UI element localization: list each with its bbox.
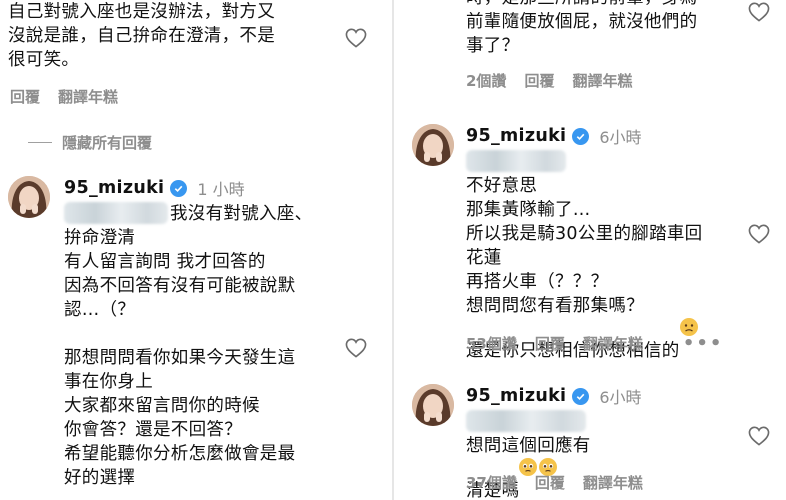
reply-link[interactable]: 回覆 (535, 333, 565, 354)
comment-actions: 回覆 翻譯年糕 (10, 86, 118, 107)
left-comment-column: 自己對號入座也是沒辦法，對方又 沒說是誰，自己拚命在澄清，不是 很可笑。 回覆 … (0, 0, 390, 500)
translate-link[interactable]: 翻譯年糕 (583, 472, 643, 493)
timestamp: 6小時 (599, 128, 642, 147)
hide-replies-label[interactable]: 隱藏所有回覆 (62, 132, 152, 153)
comment-text: 自己對號入座也是沒辦法，對方又 沒說是誰，自己拚命在澄清，不是 很可笑。 (8, 2, 275, 70)
translate-link[interactable]: 翻譯年糕 (58, 86, 118, 107)
like-heart-icon[interactable] (748, 224, 770, 244)
reply-text: 我沒有對號入座、 拚命澄清 有人留言詢問 我才回答的 因為不回答有沒有可能被說默… (64, 204, 313, 488)
verified-badge-icon (572, 127, 590, 145)
like-count[interactable]: 53個讚 (466, 333, 517, 354)
comment-actions: 2個讚 回覆 翻譯年糕 (466, 70, 632, 91)
timestamp: 6小時 (599, 388, 642, 407)
translate-link[interactable]: 翻譯年糕 (583, 333, 643, 354)
like-count[interactable]: 37個讚 (466, 472, 517, 493)
comment-text: 時，是那些所謂的前輩，身為 前輩隨便放個屁，就沒他們的 事了？ (466, 0, 698, 56)
hide-replies-toggle[interactable]: 隱藏所有回覆 (28, 132, 152, 153)
reply-header: 95_mizuki 6小時 (466, 384, 642, 408)
more-options-icon[interactable]: ••• (683, 333, 724, 354)
reply-header: 95_mizuki 6小時 (466, 124, 642, 148)
like-count[interactable]: 2個讚 (466, 70, 506, 91)
right-comment-column: 時，是那些所謂的前輩，身為 前輩隨便放個屁，就沒他們的 事了？ 2個讚 回覆 翻… (396, 0, 786, 500)
verified-badge-icon (572, 387, 590, 405)
timestamp: 1 小時 (197, 180, 245, 199)
column-divider (392, 0, 394, 500)
hide-replies-line (28, 142, 52, 143)
translate-link[interactable]: 翻譯年糕 (572, 70, 632, 91)
avatar[interactable] (412, 384, 454, 426)
username[interactable]: 95_mizuki (466, 386, 566, 406)
like-heart-icon[interactable] (748, 2, 770, 22)
reply-header: 95_mizuki 1 小時 (64, 176, 245, 200)
reply-link[interactable]: 回覆 (535, 472, 565, 493)
like-heart-icon[interactable] (345, 28, 367, 48)
reply-link[interactable]: 回覆 (524, 70, 554, 91)
verified-badge-icon (170, 179, 188, 197)
like-heart-icon[interactable] (345, 338, 367, 358)
username[interactable]: 95_mizuki (466, 126, 566, 146)
comment-actions: 37個讚 回覆 翻譯年糕 (466, 472, 643, 493)
avatar[interactable] (412, 124, 454, 166)
comment-actions: 53個讚 回覆 翻譯年糕 ••• (466, 333, 723, 354)
like-heart-icon[interactable] (748, 426, 770, 446)
reply-text: 不好意思 那集黃隊輸了… 所以我是騎30公里的腳踏車回 花蓮 再搭火車（？？？ … (466, 150, 746, 363)
avatar[interactable] (8, 176, 50, 218)
reply-link[interactable]: 回覆 (10, 86, 40, 107)
username[interactable]: 95_mizuki (64, 178, 164, 198)
